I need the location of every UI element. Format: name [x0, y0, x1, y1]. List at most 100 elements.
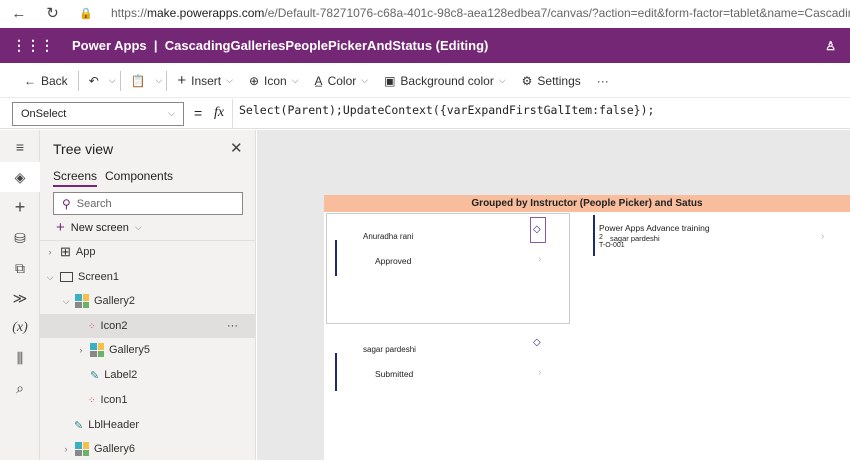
- plus-icon: +: [177, 72, 187, 89]
- tree-view-layers-icon[interactable]: ◈: [0, 162, 40, 192]
- variables-icon[interactable]: (x): [0, 313, 40, 343]
- gallery-icon: [75, 442, 89, 456]
- power-automate-icon[interactable]: ≫: [0, 283, 40, 313]
- browser-bar: ← ↻ 🔒 https://make.powerapps.com/e/Defau…: [0, 0, 850, 26]
- more-button[interactable]: ···: [591, 74, 615, 88]
- undo-button[interactable]: ↶: [83, 74, 105, 88]
- app-header: ⋮⋮⋮ Power Apps | CascadingGalleriesPeopl…: [0, 28, 850, 63]
- settings-label: Settings: [537, 73, 581, 88]
- left-rail: ≡ ◈ + ⛁ ⧉ ≫ (x) ⫼ ⌕: [0, 130, 40, 460]
- chevron-right-icon[interactable]: ›: [44, 247, 56, 257]
- accent-bar: [335, 353, 337, 391]
- back-label: Back: [41, 73, 68, 88]
- tree-item-icon2[interactable]: ⁘ Icon2 ···: [40, 314, 256, 338]
- insert-button[interactable]: + Insert ⌵: [171, 72, 239, 89]
- search-icon[interactable]: ⌕: [0, 373, 40, 403]
- chevron-right-icon[interactable]: ›: [75, 345, 87, 355]
- formula-input[interactable]: Select(Parent);UpdateContext({varExpandF…: [232, 99, 850, 128]
- chevron-down-icon: ⌵: [134, 222, 142, 232]
- status-label: Submitted: [375, 369, 414, 379]
- expand-icon-selected[interactable]: ◇: [530, 217, 546, 243]
- url-prefix: https://: [110, 6, 147, 20]
- divider: [166, 70, 168, 91]
- app-launcher-icon[interactable]: ⋮⋮⋮: [12, 37, 54, 54]
- tree-item-label: LblHeader: [88, 419, 139, 431]
- refresh-icon[interactable]: ↻: [42, 4, 64, 22]
- accent-bar: [593, 215, 595, 256]
- media-icon[interactable]: ⧉: [0, 253, 40, 283]
- icon-button[interactable]: ⊕ Icon ⌵: [243, 74, 305, 88]
- account-icon[interactable]: ♙: [825, 39, 836, 53]
- url-domain: make.powerapps.com: [147, 6, 265, 20]
- chevron-right-icon[interactable]: ›: [538, 367, 541, 378]
- paste-button[interactable]: 📋: [125, 74, 152, 88]
- gear-icon: ⚙: [521, 73, 533, 88]
- search-icon: ⚲: [62, 196, 71, 211]
- icon-control-icon: ⁘: [88, 320, 96, 331]
- status-label: Approved: [375, 256, 412, 266]
- gallery-icon: [75, 294, 89, 308]
- tree-item-gallery6[interactable]: › Gallery6: [40, 437, 256, 461]
- tree-item-label: Gallery5: [109, 344, 150, 356]
- chevron-right-icon[interactable]: ›: [821, 231, 824, 242]
- new-screen-label: New screen: [70, 221, 129, 234]
- property-value: OnSelect: [21, 108, 67, 120]
- icon-label: Icon: [264, 73, 287, 88]
- paint-bucket-icon: ▣: [384, 73, 396, 88]
- paste-chevron-icon[interactable]: ⌵: [156, 75, 163, 86]
- tab-screens[interactable]: Screens: [53, 169, 98, 187]
- paste-icon: 📋: [130, 73, 146, 88]
- undo-chevron-icon[interactable]: ⌵: [109, 75, 116, 86]
- tree-item-label: Icon2: [100, 320, 128, 332]
- tree-item-gallery5[interactable]: › Gallery5: [40, 338, 256, 362]
- tree-item-label: App: [75, 246, 96, 258]
- tree-item-lblheader[interactable]: ✎ LblHeader: [40, 413, 256, 437]
- app-screen[interactable]: Grouped by Instructor (People Picker) an…: [324, 195, 850, 460]
- tree-item-gallery2[interactable]: ⌵ Gallery2: [40, 289, 256, 313]
- tree-item-screen1[interactable]: ⌵ Screen1: [40, 265, 256, 289]
- settings-button[interactable]: ⚙ Settings: [516, 74, 587, 88]
- course-code: T-O-001: [599, 242, 625, 249]
- fx-icon: fx: [214, 105, 225, 120]
- address-bar[interactable]: https://make.powerapps.com/e/Default-782…: [111, 6, 850, 20]
- data-cylinder-icon[interactable]: ⛁: [0, 223, 40, 253]
- header-label[interactable]: Grouped by Instructor (People Picker) an…: [324, 195, 850, 212]
- chevron-right-icon[interactable]: ›: [538, 254, 541, 265]
- lock-icon: 🔒: [79, 7, 93, 20]
- hamburger-menu-icon[interactable]: ≡: [0, 132, 40, 162]
- app-icon: ⊞: [60, 244, 71, 259]
- back-arrow-icon[interactable]: ←: [8, 5, 30, 22]
- property-dropdown[interactable]: OnSelect ⌵: [12, 102, 184, 126]
- insert-plus-icon[interactable]: +: [0, 192, 40, 222]
- advanced-tools-icon[interactable]: ⫼: [0, 343, 40, 373]
- diamond-icon[interactable]: ◇: [533, 337, 541, 348]
- search-input[interactable]: ⚲ Search: [53, 192, 243, 215]
- tab-components[interactable]: Components: [105, 169, 173, 183]
- tree-view-panel: Tree view ✕ Screens Components ⚲ Search +…: [40, 130, 256, 460]
- tree-item-app[interactable]: › ⊞ App: [40, 240, 256, 264]
- plus-icon: +: [56, 219, 65, 236]
- chevron-down-icon[interactable]: ⌵: [44, 272, 56, 283]
- screen-icon: [60, 272, 73, 282]
- background-color-label: Background color: [400, 73, 494, 88]
- accent-bar: [335, 240, 337, 276]
- count-label: 2: [599, 234, 603, 241]
- back-button[interactable]: ← Back: [18, 74, 74, 88]
- chevron-right-icon[interactable]: ›: [60, 444, 72, 454]
- tree-item-icon1[interactable]: ⁘ Icon1: [40, 388, 256, 412]
- color-button[interactable]: A̲ Color ⌵: [309, 74, 375, 88]
- new-screen-button[interactable]: + New screen ⌵: [56, 219, 142, 236]
- background-color-button[interactable]: ▣ Background color ⌵: [378, 74, 512, 88]
- more-options-button[interactable]: ···: [227, 320, 238, 332]
- tree-item-label: Screen1: [78, 271, 119, 283]
- instructor-name: Anuradha rani: [363, 232, 414, 241]
- url-path: /e/Default-78271076-c68a-401c-98c8-aea12…: [264, 6, 850, 20]
- chevron-down-icon[interactable]: ⌵: [60, 296, 72, 307]
- close-icon[interactable]: ✕: [230, 139, 243, 157]
- tree-item-label2[interactable]: ✎ Label2: [40, 363, 256, 387]
- gallery-icon: [90, 343, 104, 357]
- chevron-down-icon: ⌵: [361, 75, 369, 85]
- tree-item-label: Icon1: [100, 394, 128, 406]
- command-bar: ← Back ↶ ⌵ 📋 ⌵ + Insert ⌵ ⊕ Icon ⌵ A̲ Color ⌵ ▣…: [0, 64, 850, 98]
- app-title: Power Apps | CascadingGalleriesPeoplePic…: [72, 38, 489, 53]
